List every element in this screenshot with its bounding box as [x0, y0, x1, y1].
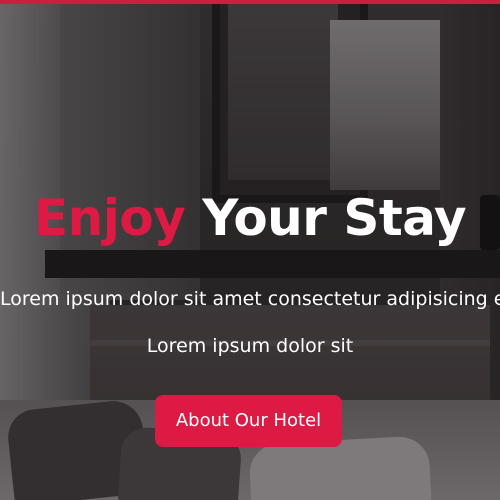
hero-title-accent: Enjoy — [33, 189, 186, 247]
hero-subtitle-text-1: Lorem ipsum dolor sit amet consectetur a… — [0, 288, 500, 310]
about-our-hotel-button[interactable]: About Our Hotel — [155, 395, 342, 447]
hero-content: Enjoy Your Stay Lorem ipsum dolor sit am… — [0, 0, 500, 500]
top-accent-bar — [0, 0, 500, 4]
hero-title: Enjoy Your Stay — [0, 188, 500, 248]
hero-section: Enjoy Your Stay Lorem ipsum dolor sit am… — [0, 0, 500, 500]
hero-subtitle-line-1: Lorem ipsum dolor sit amet consectetur a… — [0, 285, 500, 313]
hero-title-main: Your Stay — [202, 189, 467, 247]
hero-subtitle-line-2: Lorem ipsum dolor sit — [146, 335, 354, 357]
